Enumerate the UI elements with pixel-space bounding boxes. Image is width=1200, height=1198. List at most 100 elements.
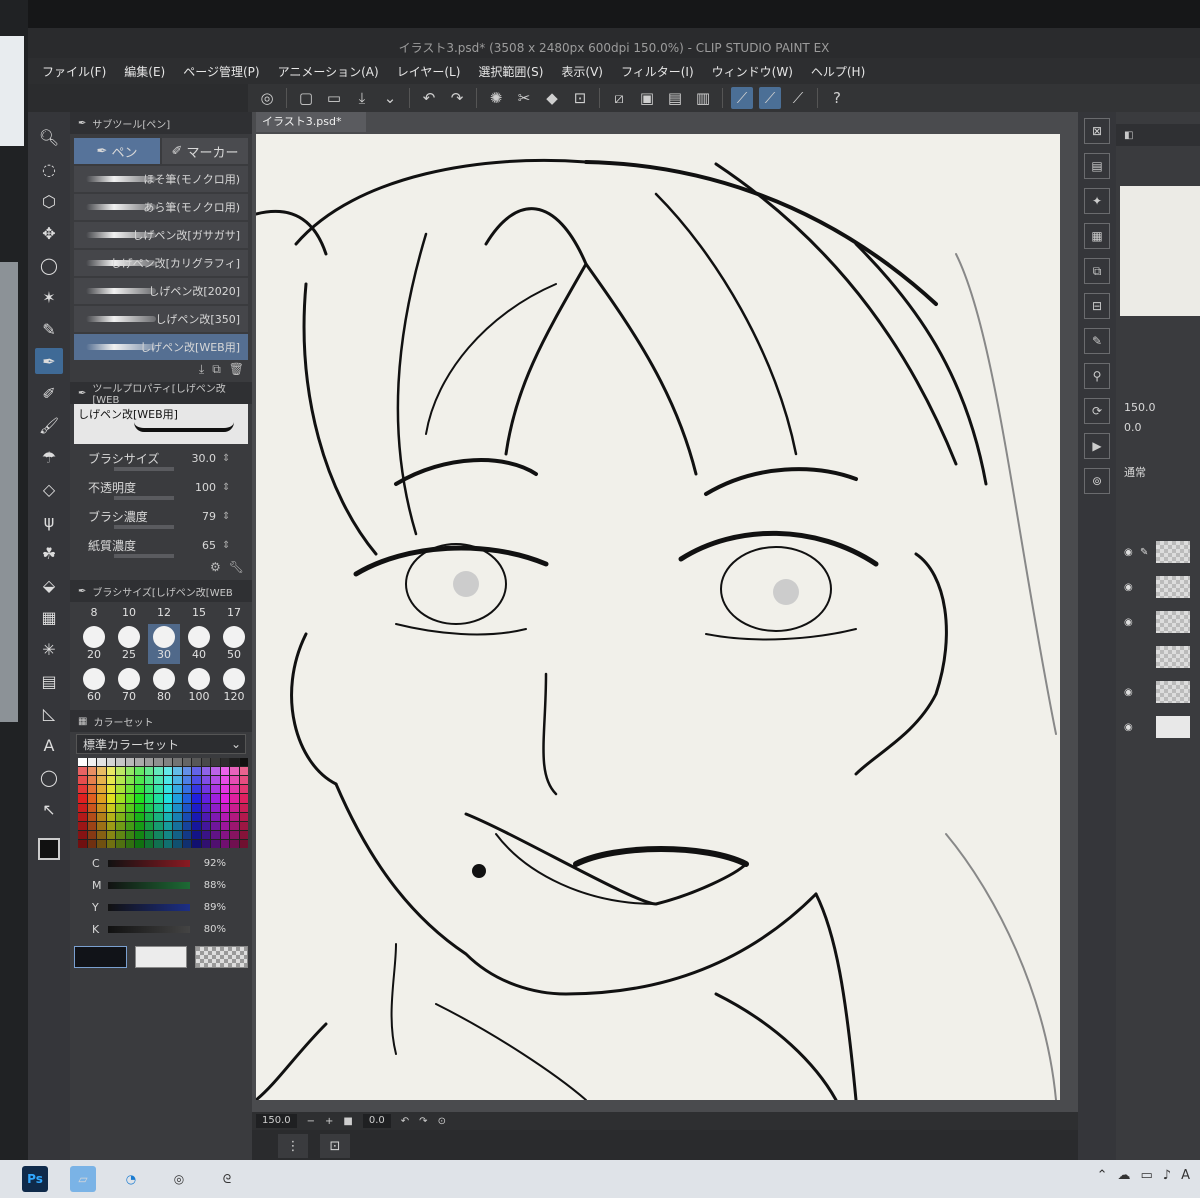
color-swatch[interactable] xyxy=(239,794,248,803)
gradient-icon[interactable]: ▦ xyxy=(35,604,63,630)
channel-track[interactable] xyxy=(108,903,190,911)
text-icon[interactable]: A xyxy=(35,732,63,758)
color-swatch[interactable] xyxy=(230,830,239,839)
color-swatch[interactable] xyxy=(182,803,191,812)
size-preset[interactable]: 12 xyxy=(148,606,180,622)
color-swatch[interactable] xyxy=(78,830,87,839)
color-swatch[interactable] xyxy=(106,758,115,767)
color-swatch[interactable] xyxy=(220,839,229,848)
color-swatch[interactable] xyxy=(106,767,115,776)
prop-value[interactable]: 65 xyxy=(178,539,216,552)
transform-icon[interactable]: ⊡ xyxy=(569,87,591,109)
color-swatch[interactable] xyxy=(106,821,115,830)
animation-icon[interactable]: ▶ xyxy=(1084,433,1110,459)
page-icon[interactable]: ⧉ xyxy=(1084,258,1110,284)
eyedropper-icon[interactable]: ✎ xyxy=(35,316,63,342)
eye-icon[interactable]: ◉ xyxy=(1124,687,1136,698)
menu-animation[interactable]: アニメーション(A) xyxy=(278,63,379,80)
color-swatch[interactable] xyxy=(116,794,125,803)
color-swatch[interactable] xyxy=(163,812,172,821)
prop-slider[interactable] xyxy=(114,554,174,558)
color-swatch[interactable] xyxy=(78,839,87,848)
app-icon[interactable]: ᘓ xyxy=(214,1166,240,1192)
color-swatch[interactable] xyxy=(87,830,96,839)
blend-mode-row[interactable]: 通常 xyxy=(1116,457,1200,487)
color-swatch[interactable] xyxy=(87,785,96,794)
color-swatch[interactable] xyxy=(239,776,248,785)
duplicate-icon[interactable]: ⧉ xyxy=(212,362,221,382)
balloon-icon[interactable]: ◯ xyxy=(35,764,63,790)
angle-value[interactable]: 0.0 xyxy=(1124,421,1142,434)
color-swatch[interactable] xyxy=(87,758,96,767)
color-swatch[interactable] xyxy=(201,758,210,767)
color-swatch[interactable] xyxy=(125,803,134,812)
brush-item[interactable]: ほそ筆(モノクロ用) xyxy=(74,166,248,192)
menu-page[interactable]: ページ管理(P) xyxy=(183,63,259,80)
redo-icon[interactable]: ↷ xyxy=(446,87,468,109)
color-swatch[interactable] xyxy=(182,812,191,821)
color-swatch[interactable] xyxy=(192,758,201,767)
color-swatch[interactable] xyxy=(230,803,239,812)
new-file-icon[interactable]: ▢ xyxy=(295,87,317,109)
color-swatch[interactable] xyxy=(201,794,210,803)
layer-row[interactable] xyxy=(1116,642,1200,672)
color-swatch[interactable] xyxy=(125,794,134,803)
channel-value[interactable]: 89% xyxy=(190,902,226,913)
spinner-icon[interactable]: ⇕ xyxy=(222,540,230,551)
color-swatch[interactable] xyxy=(220,794,229,803)
color-swatch[interactable] xyxy=(154,803,163,812)
color-swatch[interactable] xyxy=(154,821,163,830)
color-swatch[interactable] xyxy=(201,830,210,839)
color-swatch[interactable] xyxy=(135,803,144,812)
color-swatch[interactable] xyxy=(239,812,248,821)
color-swatch[interactable] xyxy=(201,839,210,848)
color-swatch[interactable] xyxy=(106,839,115,848)
size-preset[interactable]: 100 xyxy=(183,666,215,706)
color-swatch[interactable] xyxy=(97,830,106,839)
color-swatch[interactable] xyxy=(173,821,182,830)
layer-row[interactable]: ◉ xyxy=(1116,607,1200,637)
color-swatch[interactable] xyxy=(230,821,239,830)
color-swatch[interactable] xyxy=(163,803,172,812)
color-swatch[interactable] xyxy=(192,794,201,803)
color-swatch[interactable] xyxy=(201,803,210,812)
menu-window[interactable]: ウィンドウ(W) xyxy=(712,63,793,80)
screen-icon[interactable]: ⊡ xyxy=(320,1134,350,1158)
color-swatch[interactable] xyxy=(239,767,248,776)
pencil-icon[interactable]: ✐ xyxy=(35,380,63,406)
export-icon[interactable]: ⊟ xyxy=(1084,293,1110,319)
color-swatch[interactable] xyxy=(135,767,144,776)
color-swatch[interactable] xyxy=(230,785,239,794)
main-color-swatch[interactable] xyxy=(38,838,60,860)
color-swatch[interactable] xyxy=(220,812,229,821)
clip-studio-icon[interactable]: ◎ xyxy=(256,87,278,109)
move-icon[interactable]: ✥ xyxy=(35,220,63,246)
size-preset[interactable]: 20 xyxy=(78,624,110,664)
color-swatch[interactable] xyxy=(211,776,220,785)
size-preset[interactable]: 40 xyxy=(183,624,215,664)
network-icon[interactable]: ▭ xyxy=(1141,1168,1153,1183)
size-preset[interactable]: 25 xyxy=(113,624,145,664)
color-swatch[interactable] xyxy=(173,785,182,794)
material-icon[interactable]: ⊠ xyxy=(1084,118,1110,144)
color-swatch[interactable] xyxy=(192,803,201,812)
channel-track[interactable] xyxy=(108,881,190,889)
colorset-select[interactable]: 標準カラーセット ⌄ xyxy=(76,734,246,754)
color-swatch[interactable] xyxy=(220,758,229,767)
color-swatch[interactable] xyxy=(116,758,125,767)
brush-item[interactable]: しげペン改[350] xyxy=(74,306,248,332)
color-swatch[interactable] xyxy=(163,776,172,785)
color-swatch[interactable] xyxy=(182,776,191,785)
color-swatch[interactable] xyxy=(230,839,239,848)
color-swatch[interactable] xyxy=(106,803,115,812)
brush-size-property[interactable]: ブラシサイズ 30.0 ⇕ xyxy=(74,444,248,473)
color-swatch[interactable] xyxy=(154,839,163,848)
color-swatch[interactable] xyxy=(163,785,172,794)
color-swatch[interactable] xyxy=(87,821,96,830)
color-swatch[interactable] xyxy=(163,839,172,848)
color-swatch[interactable] xyxy=(220,803,229,812)
color-swatch[interactable] xyxy=(116,785,125,794)
color-swatch[interactable] xyxy=(182,767,191,776)
color-swatch[interactable] xyxy=(97,767,106,776)
color-swatch[interactable] xyxy=(116,812,125,821)
